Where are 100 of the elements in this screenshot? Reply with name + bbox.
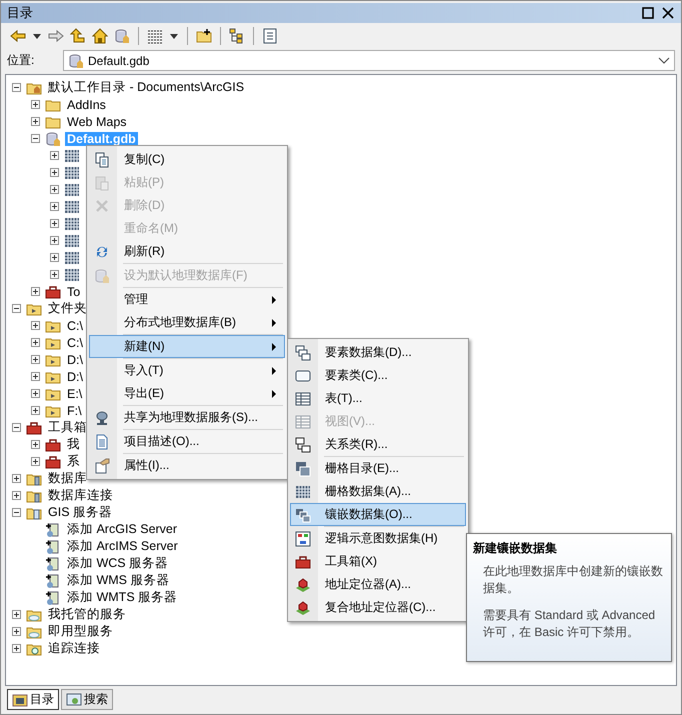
properties-icon <box>94 458 110 474</box>
expand-toggle[interactable] <box>12 508 21 517</box>
tree-item[interactable]: 我托管的服务 <box>46 606 128 623</box>
maximize-icon[interactable] <box>641 6 655 20</box>
expand-toggle[interactable] <box>12 474 21 483</box>
menu-item[interactable]: 项目描述(O)... <box>89 430 285 453</box>
tree-item[interactable]: 即用型服务 <box>46 623 115 640</box>
expand-toggle[interactable] <box>31 457 40 466</box>
tree-item[interactable]: AddIns <box>65 98 108 112</box>
toolbox-icon <box>295 554 311 570</box>
add-server-icon <box>45 522 61 538</box>
menu-item[interactable]: 管理 <box>89 288 285 311</box>
tree-item[interactable]: 文件夹 <box>46 300 89 317</box>
expand-toggle[interactable] <box>31 134 40 143</box>
expand-toggle[interactable] <box>50 185 59 194</box>
expand-toggle[interactable] <box>50 151 59 160</box>
menu-item[interactable]: 复制(C) <box>89 148 285 171</box>
menu-item[interactable]: 分布式地理数据库(B) <box>89 311 285 334</box>
tree-item[interactable]: 我 <box>65 436 82 453</box>
location-dropdown[interactable]: Default.gdb <box>63 50 675 71</box>
expand-toggle[interactable] <box>31 389 40 398</box>
tree-item[interactable]: To <box>65 284 82 298</box>
menu-item[interactable]: 工具箱(X) <box>290 550 466 573</box>
tree-item[interactable]: 添加 WCS 服务器 <box>65 555 170 572</box>
server-icon <box>94 410 110 426</box>
tooltip-text: 在此地理数据库中创建新的镶嵌数据集。 <box>483 563 664 597</box>
menu-item[interactable]: 表(T)... <box>290 387 466 410</box>
expand-toggle[interactable] <box>31 117 40 126</box>
menu-item[interactable]: 导入(T) <box>89 359 285 382</box>
tree-item[interactable]: 添加 ArcIMS Server <box>65 538 180 555</box>
expand-toggle[interactable] <box>12 627 21 636</box>
home-icon <box>92 28 108 44</box>
tree-item[interactable]: D:\ <box>65 370 85 384</box>
expand-toggle[interactable] <box>31 372 40 381</box>
expand-toggle[interactable] <box>12 304 21 313</box>
menu-item[interactable]: 刷新(R) <box>89 240 285 263</box>
expand-toggle[interactable] <box>31 287 40 296</box>
tree-item[interactable]: 工具箱 <box>46 419 89 436</box>
window-title: 目录 <box>7 4 34 22</box>
tree-item[interactable]: C:\ <box>65 336 85 350</box>
expand-toggle[interactable] <box>12 423 21 432</box>
tree-item[interactable]: GIS 服务器 <box>46 504 114 521</box>
back-arrow-icon <box>10 28 26 44</box>
expand-toggle[interactable] <box>50 219 59 228</box>
tree-item[interactable]: 系 <box>65 453 82 470</box>
menu-item[interactable]: 共享为地理数据服务(S)... <box>89 406 285 429</box>
menu-item[interactable]: 栅格目录(E)... <box>290 457 466 480</box>
expand-toggle[interactable] <box>12 610 21 619</box>
expand-toggle[interactable] <box>50 270 59 279</box>
tree-item[interactable]: F:\ <box>65 404 84 418</box>
database-icon <box>68 52 84 68</box>
menu-item[interactable]: 属性(I)... <box>89 454 285 477</box>
tree-item[interactable]: 添加 ArcGIS Server <box>65 521 180 538</box>
menu-item[interactable]: 关系类(R)... <box>290 433 466 456</box>
expand-toggle[interactable] <box>31 406 40 415</box>
expand-toggle[interactable] <box>12 644 21 653</box>
tree-item[interactable]: 添加 WMS 服务器 <box>65 572 172 589</box>
tree-item[interactable]: Web Maps <box>65 114 129 128</box>
expand-toggle[interactable] <box>50 168 59 177</box>
menu-item[interactable]: 导出(E) <box>89 382 285 405</box>
expand-toggle[interactable] <box>31 440 40 449</box>
expand-toggle[interactable] <box>12 83 21 92</box>
add-server-icon <box>45 538 61 554</box>
menu-item[interactable]: 复合地址定位器(C)... <box>290 596 466 619</box>
tree-item[interactable]: 数据库 <box>46 470 89 487</box>
expand-toggle[interactable] <box>12 491 21 500</box>
menu-item[interactable]: 要素数据集(D)... <box>290 341 466 364</box>
menu-item[interactable]: 镶嵌数据集(O)... <box>290 503 466 526</box>
menu-item[interactable]: 逻辑示意图数据集(H) <box>290 527 466 550</box>
grid-icon <box>295 484 311 500</box>
tree-item[interactable]: 数据库连接 <box>46 487 115 504</box>
schematic-icon <box>295 530 311 546</box>
toolbox-icon <box>45 284 61 300</box>
close-icon[interactable] <box>661 6 675 20</box>
panel-tab[interactable]: 搜索 <box>61 689 113 710</box>
tree-item[interactable]: C:\ <box>65 318 85 332</box>
expand-toggle[interactable] <box>31 100 40 109</box>
tree-item[interactable]: D:\ <box>65 352 85 366</box>
grid-icon <box>64 216 80 232</box>
menu-item[interactable]: 新建(N) <box>89 335 285 358</box>
grid-icon <box>64 198 80 214</box>
expand-toggle[interactable] <box>31 338 40 347</box>
menu-item[interactable]: 栅格数据集(A)... <box>290 480 466 503</box>
menu-item[interactable]: 要素类(C)... <box>290 364 466 387</box>
panel-tab[interactable]: 目录 <box>7 689 59 710</box>
database-icon <box>114 28 130 44</box>
expand-toggle[interactable] <box>31 355 40 364</box>
expand-toggle[interactable] <box>50 236 59 245</box>
menu-item[interactable]: 地址定位器(A)... <box>290 573 466 596</box>
delete-icon <box>94 198 110 214</box>
database-icon <box>45 130 61 146</box>
expand-toggle[interactable] <box>50 202 59 211</box>
tree-item[interactable]: 添加 WMTS 服务器 <box>65 589 180 606</box>
tree-item[interactable]: E:\ <box>65 386 84 400</box>
tree-item[interactable]: 默认工作目录 - Documents\ArcGIS <box>46 79 246 96</box>
expand-toggle[interactable] <box>50 253 59 262</box>
grid-icon <box>64 266 80 282</box>
expand-toggle[interactable] <box>31 321 40 330</box>
add-server-icon <box>45 572 61 588</box>
tree-item[interactable]: 追踪连接 <box>46 640 102 657</box>
